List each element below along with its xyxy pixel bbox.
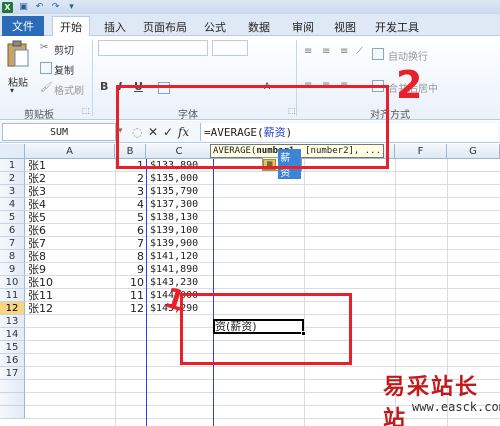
cell-number[interactable]: 5: [116, 211, 144, 224]
cell-salary[interactable]: $138,130: [150, 211, 212, 224]
row-header[interactable]: 4: [0, 198, 25, 211]
ribbon-separator: [92, 40, 93, 116]
tab-view[interactable]: 视图: [330, 17, 360, 36]
annotation-number-two: 2: [396, 63, 423, 107]
row-header[interactable]: 6: [0, 224, 25, 237]
cut-icon[interactable]: ✂: [40, 42, 48, 53]
row-header[interactable]: 2: [0, 172, 25, 185]
cell-salary[interactable]: $139,100: [150, 224, 212, 237]
tab-page-layout[interactable]: 页面布局: [140, 17, 190, 36]
tab-home[interactable]: 开始: [52, 16, 90, 36]
watermark-title: 易采站长站: [383, 374, 480, 426]
format-painter-icon[interactable]: 🖌: [40, 82, 53, 93]
cell-number[interactable]: 7: [116, 237, 144, 250]
align-middle-icon[interactable]: ≡: [322, 46, 330, 57]
copy-button[interactable]: 复制: [54, 62, 74, 77]
cell-number[interactable]: 4: [116, 198, 144, 211]
align-top-icon[interactable]: ≡: [304, 46, 312, 57]
row-header[interactable]: [0, 393, 25, 406]
row-header[interactable]: 16: [0, 354, 25, 367]
cell-salary[interactable]: $135,790: [150, 185, 212, 198]
gridline: [25, 366, 500, 367]
cell-name[interactable]: 张7: [28, 237, 114, 250]
cell-name[interactable]: 张2: [28, 172, 114, 185]
title-bar: X ▣ ↶ ↷ ▾: [0, 0, 500, 14]
cell-salary[interactable]: $141,890: [150, 263, 212, 276]
cell-number[interactable]: 10: [116, 276, 144, 289]
cut-button[interactable]: 剪切: [54, 42, 74, 57]
cell-salary[interactable]: $135,000: [150, 172, 212, 185]
font-size-combo[interactable]: [212, 40, 248, 56]
annotation-box-formula: [116, 85, 389, 169]
cell-name[interactable]: 张4: [28, 198, 114, 211]
cell-number[interactable]: 12: [116, 302, 144, 315]
row-header[interactable]: [0, 380, 25, 393]
cell-name[interactable]: 张3: [28, 185, 114, 198]
cell-number[interactable]: 11: [116, 289, 144, 302]
row-header[interactable]: 10: [0, 276, 25, 289]
font-name-combo[interactable]: [98, 40, 208, 56]
cell-salary[interactable]: $137,300: [150, 198, 212, 211]
row-header[interactable]: 17: [0, 367, 25, 380]
column-selection-left-border: [146, 159, 147, 426]
cell-number[interactable]: 3: [116, 185, 144, 198]
orientation-icon[interactable]: ⟋: [356, 46, 363, 57]
wrap-text-icon[interactable]: [372, 48, 384, 60]
tab-data[interactable]: 数据: [244, 17, 274, 36]
wrap-text-button[interactable]: 自动换行: [388, 48, 428, 63]
ribbon-tab-bar: 文件 开始 插入 页面布局 公式 数据 审阅 视图 开发工具: [0, 14, 500, 36]
tab-formulas[interactable]: 公式: [200, 17, 230, 36]
format-painter-button[interactable]: 格式刷: [54, 82, 84, 97]
clipboard-launcher-icon[interactable]: ⬚: [82, 106, 90, 115]
row-header[interactable]: 3: [0, 185, 25, 198]
cell-number[interactable]: 9: [116, 263, 144, 276]
tab-file[interactable]: 文件: [2, 16, 44, 36]
row-header[interactable]: [0, 406, 25, 419]
row-header[interactable]: 1: [0, 159, 25, 172]
cell-name[interactable]: 张10: [28, 276, 114, 289]
tab-insert[interactable]: 插入: [100, 17, 130, 36]
cell-name[interactable]: 张8: [28, 250, 114, 263]
select-all-corner[interactable]: [0, 144, 25, 159]
align-bottom-icon[interactable]: ≡: [340, 46, 348, 57]
name-box[interactable]: SUM: [2, 123, 116, 141]
row-header-active[interactable]: 12: [0, 302, 25, 315]
row-header[interactable]: 15: [0, 341, 25, 354]
row-header[interactable]: 8: [0, 250, 25, 263]
quick-access-dropdown-icon[interactable]: ▾: [66, 2, 77, 13]
cell-name[interactable]: 张9: [28, 263, 114, 276]
cell-name[interactable]: 张11: [28, 289, 114, 302]
tab-review[interactable]: 审阅: [288, 17, 318, 36]
column-header-a[interactable]: A: [25, 144, 115, 159]
column-header-f[interactable]: F: [395, 144, 447, 159]
row-header[interactable]: 13: [0, 315, 25, 328]
cell-number[interactable]: 6: [116, 224, 144, 237]
row-header[interactable]: 5: [0, 211, 25, 224]
row-header[interactable]: 9: [0, 263, 25, 276]
annotation-box-cell: [180, 293, 352, 365]
redo-icon[interactable]: ↷: [50, 2, 61, 13]
row-header[interactable]: 14: [0, 328, 25, 341]
copy-icon[interactable]: [40, 62, 52, 74]
cell-name[interactable]: 张6: [28, 224, 114, 237]
watermark-url: www.easck.com: [412, 400, 500, 414]
column-header-g[interactable]: G: [447, 144, 500, 159]
bold-button[interactable]: B: [100, 80, 108, 93]
paste-dropdown-icon[interactable]: ▾: [10, 86, 14, 95]
cell-name[interactable]: 张5: [28, 211, 114, 224]
excel-logo-icon: X: [2, 1, 13, 13]
tab-developer[interactable]: 开发工具: [372, 17, 422, 36]
undo-icon[interactable]: ↶: [34, 2, 45, 13]
cell-name[interactable]: 张1: [28, 159, 114, 172]
row-header[interactable]: 7: [0, 237, 25, 250]
cell-salary[interactable]: $139,900: [150, 237, 212, 250]
row-header[interactable]: 11: [0, 289, 25, 302]
paste-icon[interactable]: [6, 40, 30, 68]
cell-salary[interactable]: $141,120: [150, 250, 212, 263]
clipboard-group-label: 剪贴板: [24, 110, 54, 121]
cell-number[interactable]: 2: [116, 172, 144, 185]
save-icon[interactable]: ▣: [18, 2, 29, 13]
cell-number[interactable]: 8: [116, 250, 144, 263]
cell-name[interactable]: 张12: [28, 302, 114, 315]
